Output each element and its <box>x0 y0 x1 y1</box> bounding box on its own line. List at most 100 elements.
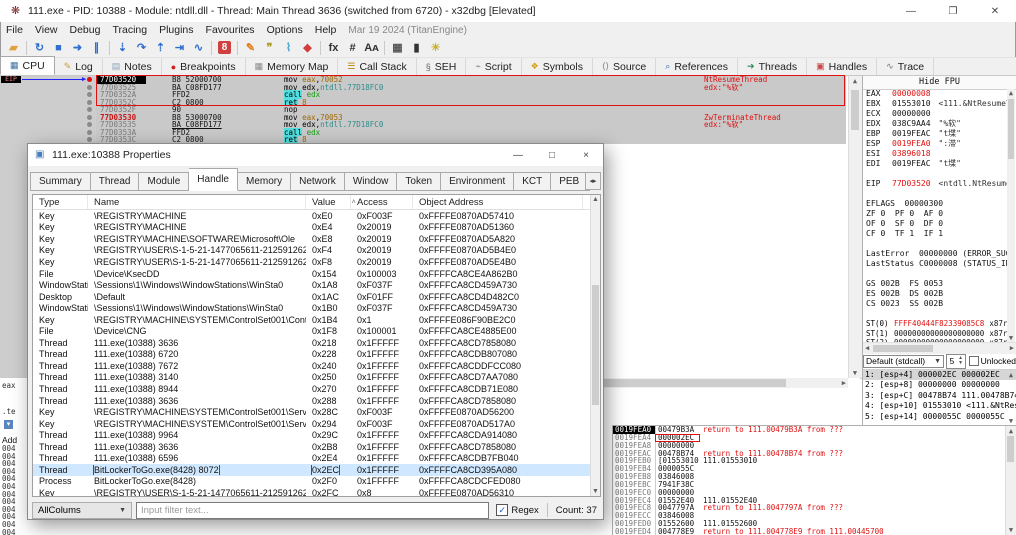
dialog-maximize-button[interactable]: □ <box>535 144 569 166</box>
tab-scroll-arrows[interactable]: ◂▸ <box>585 172 601 190</box>
stack-pane[interactable]: 0019FEA000479B3Areturn to 111.00479B3A f… <box>612 425 1016 535</box>
stack-vscrollbar[interactable]: ▲▼ <box>1005 426 1016 535</box>
fx-icon[interactable]: fx <box>324 40 343 56</box>
disassembly-vscrollbar[interactable]: ▲▼ <box>848 76 861 378</box>
menu-item-file[interactable]: File <box>0 22 29 38</box>
argument-row[interactable]: 2: [esp+8] 00000000 00000000 <box>863 380 1016 390</box>
table-row[interactable]: Key\REGISTRY\MACHINE\SOFTWARE\Microsoft\… <box>33 233 600 245</box>
st-register-row[interactable]: ST(1)00000000000000000000x87r1 Empty <box>863 329 1008 339</box>
step-into-icon[interactable]: ⇣ <box>113 40 132 56</box>
table-row[interactable]: Key\REGISTRY\MACHINE0xE40x200190xFFFFE08… <box>33 222 600 234</box>
disasm-row[interactable]: 77D0352AFFD2call edx <box>96 91 846 99</box>
minimize-button[interactable]: — <box>890 0 932 22</box>
argument-row[interactable]: 1: [esp+4] 000002EC 000002EC <box>863 370 1016 380</box>
memory-icon[interactable]: ▮ <box>407 40 426 56</box>
register-row-ebp[interactable]: EBP0019FEAC"t堞" <box>863 129 1008 139</box>
dialog-tab-module[interactable]: Module <box>139 172 189 191</box>
dialog-titlebar[interactable]: ▣ 111.exe:10388 Properties — □ × <box>28 144 603 166</box>
table-row[interactable]: ThreadBitLockerToGo.exe(8428) 80720x2EC0… <box>33 464 600 476</box>
st-register-row[interactable]: ST(0)FFFF40444F82339085C8x87r0 Empty <box>863 319 1008 329</box>
restart-icon[interactable]: ↻ <box>30 40 49 56</box>
menu-item-help[interactable]: Help <box>309 22 343 38</box>
menu-item-options[interactable]: Options <box>261 22 309 38</box>
dump-toolbar-icon[interactable]: ▾ <box>4 420 13 429</box>
table-row[interactable]: Thread111.exe(10388) 36360x2B80x1FFFFF0x… <box>33 441 600 453</box>
menu-item-tracing[interactable]: Tracing <box>106 22 153 38</box>
tab-seh[interactable]: §SEH <box>417 58 467 75</box>
tab-symbols[interactable]: ❖Symbols <box>522 58 593 75</box>
dialog-tab-memory[interactable]: Memory <box>238 172 291 191</box>
disasm-row[interactable]: 77D0352CC2 0800ret 8 <box>96 99 846 107</box>
dialog-tab-environment[interactable]: Environment <box>441 172 514 191</box>
run-to-user-code-icon[interactable]: ⇥ <box>170 40 189 56</box>
disasm-row[interactable]: 77D0353AFFD2call edx <box>96 129 846 137</box>
dialog-tab-summary[interactable]: Summary <box>30 172 91 191</box>
register-row-esi[interactable]: ESI03896018 <box>863 149 1008 159</box>
register-row-eip[interactable]: EIP77D03520<ntdll.NtResumeThread> <box>863 179 1008 189</box>
table-row[interactable]: WindowStation\Sessions\1\Windows\WindowS… <box>33 302 600 314</box>
breakpoint-dot[interactable] <box>87 130 92 135</box>
table-row[interactable]: Thread111.exe(10388) 89440x2700x1FFFFF0x… <box>33 383 600 395</box>
table-vscrollbar[interactable]: ▲▼ <box>590 195 600 496</box>
argument-depth-spinner[interactable]: 5▲▼ <box>946 354 965 369</box>
table-row[interactable]: Thread111.exe(10388) 36360x2880x1FFFFF0x… <box>33 395 600 407</box>
table-row[interactable]: Key\REGISTRY\USER\S-1-5-21-1477065611-21… <box>33 487 600 497</box>
tab-threads[interactable]: ➜Threads <box>738 58 807 75</box>
disasm-row[interactable]: 77D03535BA C08FD177mov edx,ntdll.77D18FC… <box>96 121 846 129</box>
column-header-type[interactable]: Type <box>33 195 88 209</box>
register-row-edx[interactable]: EDX038C9AA4"%软" <box>863 119 1008 129</box>
breakpoint-dot[interactable] <box>87 122 92 127</box>
column-header-object-address[interactable]: Object Address <box>413 195 583 209</box>
tab-call-stack[interactable]: ☰Call Stack <box>338 58 416 75</box>
tab-handles[interactable]: ▣Handles <box>807 58 877 75</box>
breakpoint-dot[interactable] <box>87 115 92 120</box>
column-header-access[interactable]: Access <box>351 195 413 209</box>
filter-column-select[interactable]: AllColums▼ <box>32 502 132 519</box>
register-row-edi[interactable]: EDI0019FEAC"t堞" <box>863 159 1008 169</box>
column-header-value[interactable]: Value˄ <box>306 195 351 209</box>
menu-item-plugins[interactable]: Plugins <box>153 22 199 38</box>
dialog-close-button[interactable]: × <box>569 144 603 166</box>
table-row[interactable]: File\Device\CNG0x1F80x1000010xFFFFCA8CE4… <box>33 325 600 337</box>
tab-breakpoints[interactable]: ●Breakpoints <box>162 58 246 75</box>
dialog-tab-thread[interactable]: Thread <box>91 172 140 191</box>
table-row[interactable]: Key\REGISTRY\MACHINE0xE00xF003F0xFFFFE08… <box>33 210 600 222</box>
column-header-name[interactable]: Name <box>88 195 306 209</box>
table-row[interactable]: Thread111.exe(10388) 36360x2180x1FFFFF0x… <box>33 337 600 349</box>
open-file-icon[interactable]: ▰ <box>4 40 23 56</box>
table-row[interactable]: Key\REGISTRY\MACHINE\SYSTEM\ControlSet00… <box>33 418 600 430</box>
breakpoint-dot[interactable] <box>87 107 92 112</box>
table-row[interactable]: ProcessBitLockerToGo.exe(8428)0x2F00x1FF… <box>33 476 600 488</box>
highlight-icon[interactable]: ⌇ <box>279 40 298 56</box>
tab-memory-map[interactable]: ▦Memory Map <box>246 58 339 75</box>
stack-row[interactable]: 0019FED4004778E9return to 111.004778E9 f… <box>613 528 1016 535</box>
registers-vscrollbar[interactable]: ▲▼ <box>1007 89 1015 342</box>
registers-pane[interactable]: Hide FPU EAX00000008EBX01553010<111.&NtR… <box>862 76 1016 425</box>
table-row[interactable]: Key\REGISTRY\USER\S-1-5-21-1477065611-21… <box>33 256 600 268</box>
step-over-icon[interactable]: ↷ <box>132 40 151 56</box>
calling-convention-select[interactable]: Default (stdcall)▼ <box>863 355 944 368</box>
table-row[interactable]: Key\REGISTRY\MACHINE\SYSTEM\ControlSet00… <box>33 314 600 326</box>
regex-checkbox-box[interactable]: ✓ <box>496 504 508 516</box>
breakpoint-count-icon[interactable]: 8 <box>215 40 234 56</box>
case-icon[interactable]: Aᴀ <box>362 40 381 56</box>
hash-icon[interactable]: # <box>343 40 362 56</box>
table-row[interactable]: Thread111.exe(10388) 31400x2500x1FFFFF0x… <box>33 372 600 384</box>
dialog-tab-window[interactable]: Window <box>345 172 398 191</box>
run-icon[interactable]: ➜ <box>68 40 87 56</box>
breakpoint-dot[interactable] <box>87 92 92 97</box>
tab-notes[interactable]: ▤Notes <box>103 58 162 75</box>
breakpoint-dot[interactable] <box>87 85 92 90</box>
dialog-tab-handle[interactable]: Handle <box>189 168 238 191</box>
register-row-ebx[interactable]: EBX01553010<111.&NtResumeThread> <box>863 99 1008 109</box>
table-row[interactable]: Key\REGISTRY\USER\S-1-5-21-1477065611-21… <box>33 245 600 257</box>
regex-checkbox[interactable]: ✓ Regex <box>496 504 538 516</box>
tab-trace[interactable]: ∿Trace <box>877 58 934 75</box>
register-row-eax[interactable]: EAX00000008 <box>863 89 1008 99</box>
stop-icon[interactable]: ■ <box>49 40 68 56</box>
patch-icon[interactable]: ✎ <box>241 40 260 56</box>
table-row[interactable]: File\Device\KsecDD0x1540x1000030xFFFFCA8… <box>33 268 600 280</box>
argument-row[interactable]: 3: [esp+C] 00478B74 111.00478B74 <box>863 391 1016 401</box>
table-row[interactable]: Key\REGISTRY\MACHINE\SYSTEM\ControlSet00… <box>33 406 600 418</box>
unlocked-checkbox[interactable]: Unlocked <box>969 356 1016 366</box>
